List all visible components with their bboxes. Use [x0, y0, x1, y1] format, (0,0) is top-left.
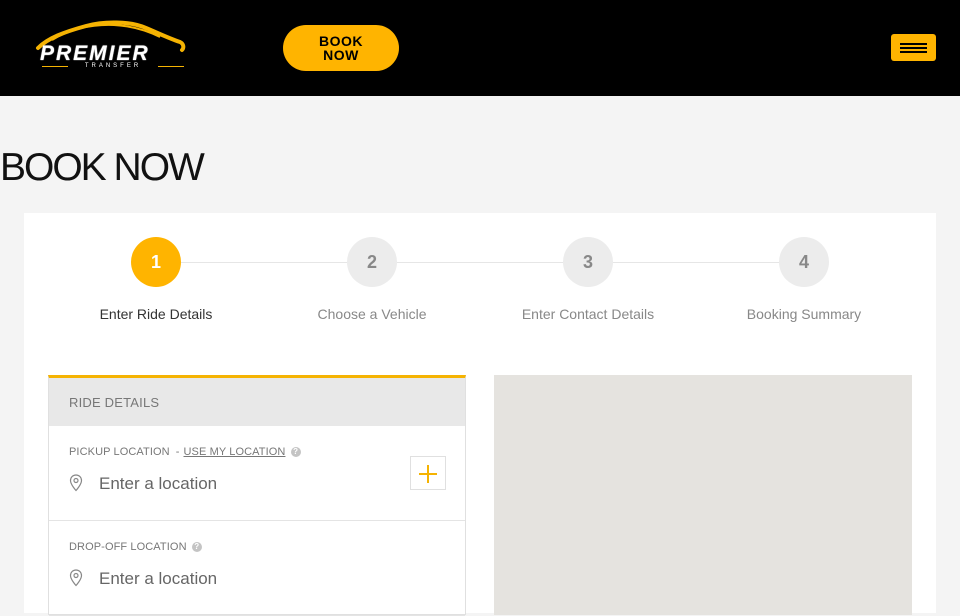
step-booking-summary[interactable]: 4 Booking Summary — [696, 237, 912, 322]
pickup-location-label: PICKUP LOCATION - USE MY LOCATION ? — [69, 446, 301, 458]
add-stop-button[interactable] — [410, 456, 446, 490]
step-choose-vehicle[interactable]: 2 Choose a Vehicle — [264, 237, 480, 322]
dropoff-location-label: DROP-OFF LOCATION ? — [69, 541, 202, 553]
site-header: PREMIER TRANSFER BOOK NOW — [0, 0, 960, 96]
ride-details-heading: RIDE DETAILS — [49, 378, 465, 426]
step-label: Booking Summary — [746, 306, 862, 322]
page-title: BOOK NOW — [0, 146, 205, 189]
step-number: 1 — [131, 237, 181, 287]
step-number: 4 — [779, 237, 829, 287]
step-number: 3 — [563, 237, 613, 287]
step-enter-ride-details[interactable]: 1 Enter Ride Details — [48, 237, 264, 322]
step-enter-contact-details[interactable]: 3 Enter Contact Details — [480, 237, 696, 322]
logo-divider-left — [42, 66, 68, 67]
step-label: Choose a Vehicle — [317, 306, 427, 322]
hamburger-bar — [900, 47, 927, 49]
use-my-location-link[interactable]: USE MY LOCATION — [184, 446, 286, 458]
pickup-label-text: PICKUP LOCATION — [69, 446, 170, 458]
help-icon[interactable]: ? — [191, 542, 202, 553]
step-number: 2 — [347, 237, 397, 287]
dropoff-label-text: DROP-OFF LOCATION — [69, 541, 187, 553]
book-now-button[interactable]: BOOK NOW — [283, 25, 399, 71]
hamburger-bar — [900, 51, 927, 53]
step-label: Enter Contact Details — [521, 306, 655, 322]
logo[interactable]: PREMIER TRANSFER — [34, 20, 186, 72]
help-icon[interactable]: ? — [290, 447, 301, 458]
pickup-location-input[interactable] — [99, 472, 389, 496]
pickup-location-field: PICKUP LOCATION - USE MY LOCATION ? — [49, 426, 465, 521]
map-pin-icon — [69, 569, 83, 587]
dropoff-location-input[interactable] — [99, 567, 389, 591]
ride-details-panel: RIDE DETAILS PICKUP LOCATION - USE MY LOCA… — [48, 375, 466, 616]
logo-subtitle: TRANSFER — [84, 63, 142, 69]
hamburger-bar — [900, 43, 927, 45]
booking-card: 1 Enter Ride Details 2 Choose a Vehicle … — [24, 213, 936, 616]
map-pin-icon — [69, 474, 83, 492]
dropoff-location-field: DROP-OFF LOCATION ? — [49, 521, 465, 616]
hamburger-icon[interactable] — [891, 34, 936, 61]
label-separator: - — [175, 446, 180, 458]
map-view[interactable] — [494, 375, 912, 615]
step-label: Enter Ride Details — [99, 306, 213, 322]
logo-divider-right — [158, 66, 184, 67]
